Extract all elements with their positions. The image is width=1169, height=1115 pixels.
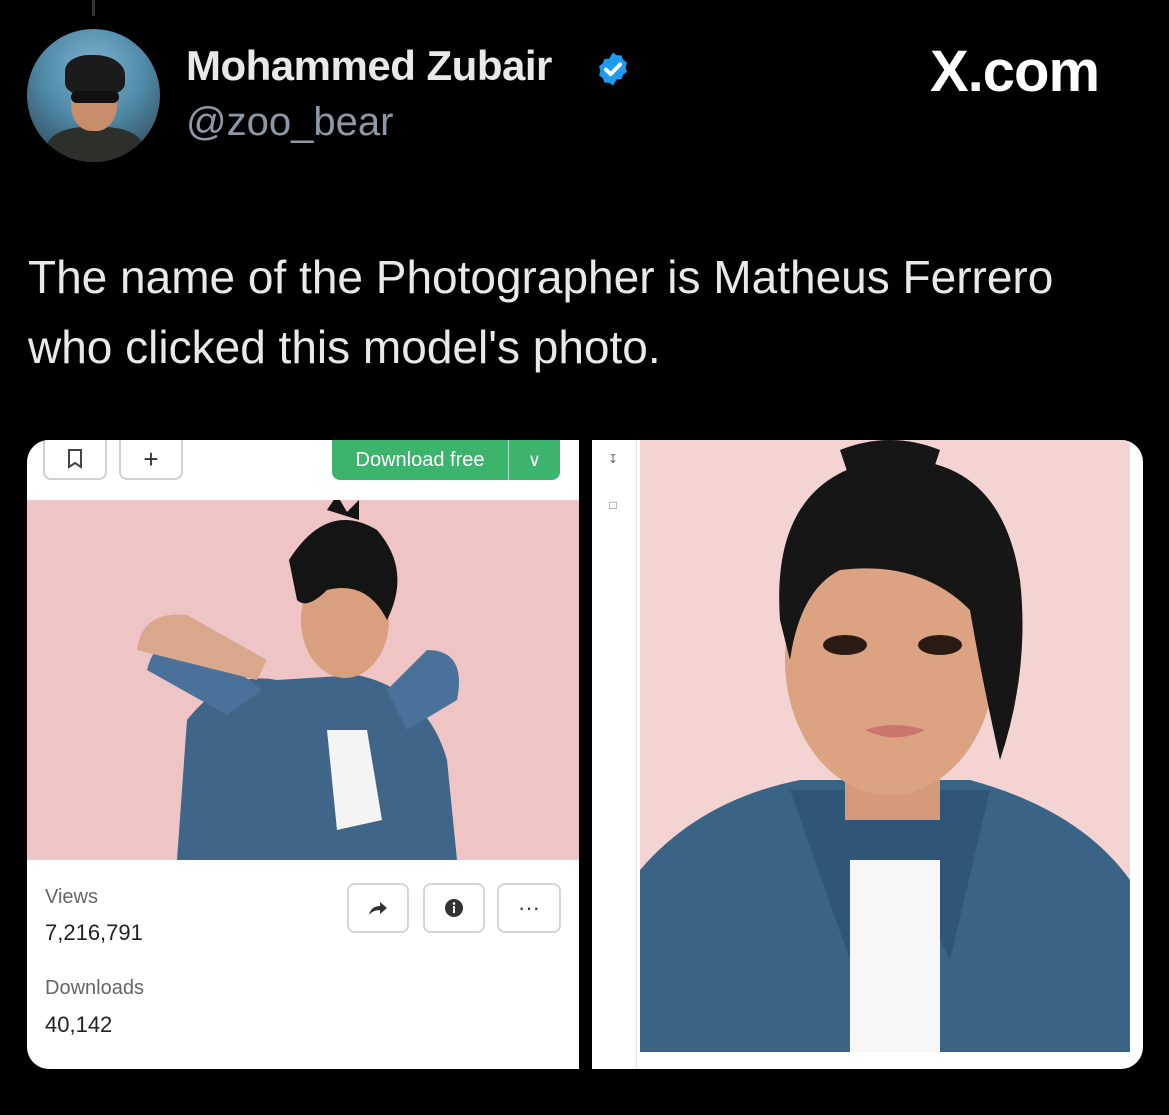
x-logo-text: X.com — [930, 39, 1100, 104]
views-label: Views — [45, 886, 98, 908]
bookmark-icon — [68, 449, 82, 469]
verified-badge-icon — [599, 52, 627, 86]
ellipsis-icon: ··· — [518, 895, 540, 920]
add-to-collection-button[interactable]: + — [119, 440, 183, 480]
share-arrow-icon — [369, 902, 387, 915]
model-photo-left — [27, 500, 579, 860]
model-photo-left-illustration — [27, 500, 579, 860]
tweet-text: The name of the Photographer is Matheus … — [28, 251, 1054, 373]
plus-icon: + — [143, 443, 159, 474]
model-photo-right — [640, 440, 1130, 1052]
screenshot-left[interactable]: + Download free ∨ Views 7,216,791 Downlo… — [27, 440, 579, 1069]
download-free-label: Download free — [355, 448, 485, 471]
avatar-sunglasses — [71, 91, 119, 103]
share-button[interactable] — [347, 883, 409, 933]
download-icon[interactable]: ↧ — [604, 452, 622, 470]
downloads-value: 40,142 — [45, 1012, 113, 1037]
bookmark-button[interactable] — [43, 440, 107, 480]
downloads-label: Downloads — [45, 977, 144, 999]
viewer-side-toolbar: ↧ □ — [592, 440, 637, 1069]
avatar-body — [47, 127, 143, 162]
thread-connector-line — [92, 0, 95, 16]
avatar-hair — [65, 55, 125, 95]
views-value: 7,216,791 — [45, 920, 143, 945]
model-photo-right-illustration — [640, 440, 1130, 1052]
bookmark-icon[interactable]: □ — [604, 498, 622, 516]
chevron-down-icon[interactable]: ∨ — [509, 450, 560, 471]
download-free-button[interactable]: Download free ∨ — [332, 440, 560, 480]
display-name[interactable]: Mohammed Zubair — [186, 42, 552, 90]
avatar[interactable] — [27, 29, 160, 162]
info-icon — [445, 899, 463, 917]
tweet-media[interactable]: + Download free ∨ Views 7,216,791 Downlo… — [27, 440, 1143, 1069]
screenshot-right[interactable]: ↧ □ — [592, 440, 1143, 1069]
user-handle[interactable]: @zoo_bear — [186, 100, 393, 145]
info-button[interactable] — [423, 883, 485, 933]
more-options-button[interactable]: ··· — [497, 883, 561, 933]
